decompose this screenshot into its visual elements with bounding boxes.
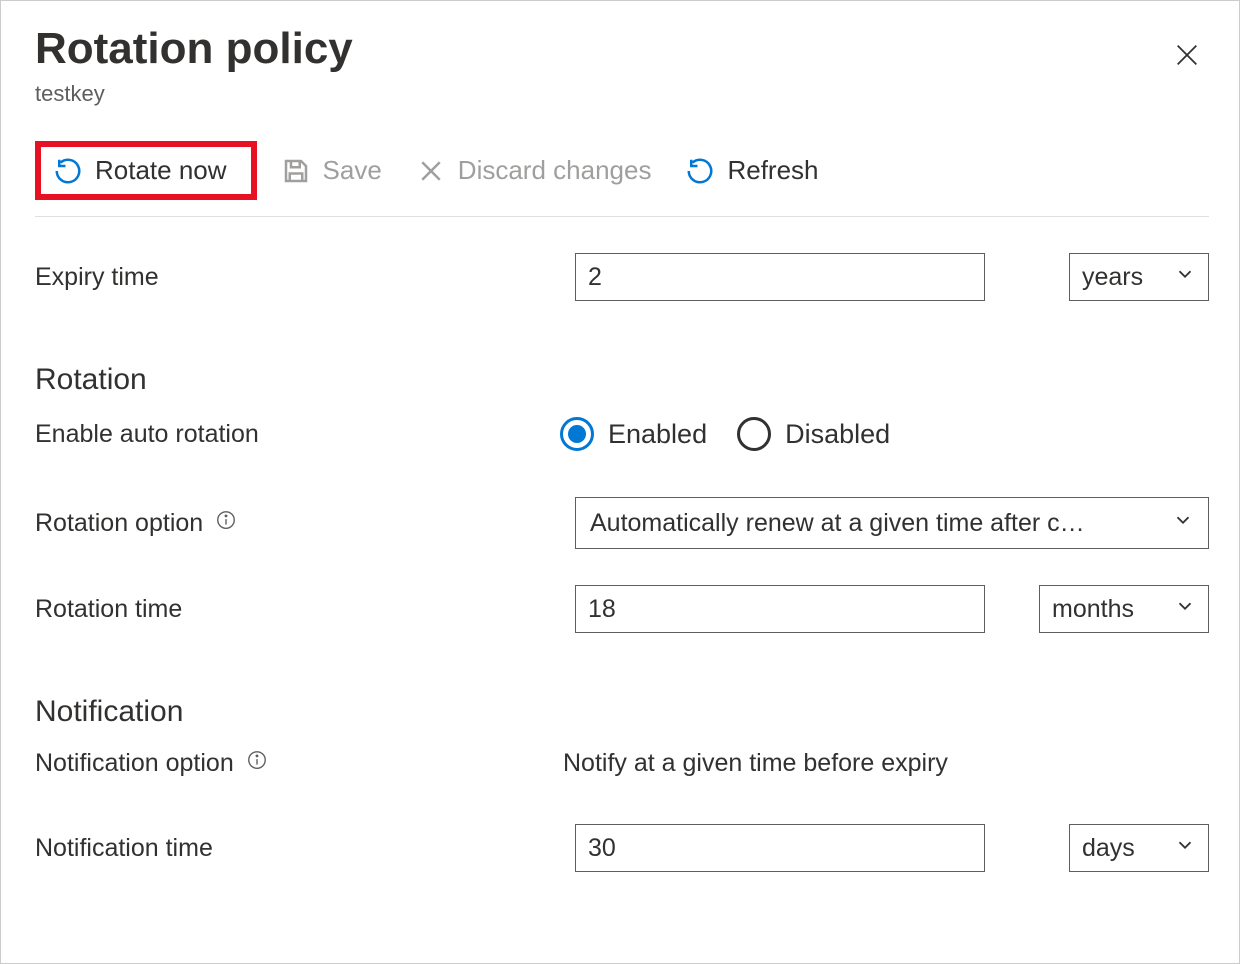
- auto-rotation-disabled-radio[interactable]: Disabled: [737, 417, 890, 451]
- rotation-option-value: Automatically renew at a given time afte…: [590, 509, 1085, 538]
- toolbar: Rotate now Save Discard changes Refresh: [35, 141, 1209, 217]
- discard-button: Discard changes: [406, 149, 662, 192]
- auto-rotation-radio-group: Enabled Disabled: [560, 417, 890, 451]
- discard-icon: [416, 156, 446, 186]
- expiry-time-label: Expiry time: [35, 263, 575, 292]
- rotate-now-label: Rotate now: [95, 155, 227, 186]
- rotation-option-select[interactable]: Automatically renew at a given time afte…: [575, 497, 1209, 549]
- page-title: Rotation policy: [35, 25, 1209, 73]
- save-label: Save: [323, 155, 382, 186]
- notification-time-label: Notification time: [35, 834, 575, 863]
- chevron-down-icon: [1172, 509, 1194, 538]
- rotation-policy-panel: Rotation policy testkey Rotate now Save …: [0, 0, 1240, 964]
- page-subtitle: testkey: [35, 81, 1209, 107]
- enabled-label: Enabled: [608, 419, 707, 450]
- rotation-time-input[interactable]: [575, 585, 985, 633]
- refresh-button[interactable]: Refresh: [675, 149, 828, 192]
- chevron-down-icon: [1174, 595, 1196, 624]
- expiry-time-unit-value: years: [1082, 263, 1143, 292]
- notification-option-value: Notify at a given time before expiry: [563, 749, 948, 778]
- notification-time-input[interactable]: [575, 824, 985, 872]
- auto-rotation-enabled-radio[interactable]: Enabled: [560, 417, 707, 451]
- refresh-label: Refresh: [727, 155, 818, 186]
- save-button: Save: [271, 149, 392, 192]
- notification-time-unit-value: days: [1082, 834, 1135, 863]
- rotate-now-button[interactable]: Rotate now: [43, 149, 237, 192]
- info-icon[interactable]: [215, 509, 237, 538]
- chevron-down-icon: [1174, 263, 1196, 292]
- disabled-label: Disabled: [785, 419, 890, 450]
- chevron-down-icon: [1174, 834, 1196, 863]
- discard-label: Discard changes: [458, 155, 652, 186]
- close-button[interactable]: [1165, 33, 1209, 77]
- rotate-icon: [53, 156, 83, 186]
- save-icon: [281, 156, 311, 186]
- rotation-option-label: Rotation option: [35, 509, 203, 538]
- rotation-time-unit-value: months: [1052, 595, 1134, 624]
- rotation-time-unit-select[interactable]: months: [1039, 585, 1209, 633]
- close-icon: [1173, 41, 1201, 69]
- notification-heading: Notification: [35, 695, 1209, 729]
- radio-circle-icon: [737, 417, 771, 451]
- enable-auto-rotation-label: Enable auto rotation: [35, 420, 560, 449]
- info-icon[interactable]: [246, 749, 268, 778]
- notification-option-label: Notification option: [35, 749, 234, 778]
- expiry-time-input[interactable]: [575, 253, 985, 301]
- rotation-heading: Rotation: [35, 363, 1209, 397]
- refresh-icon: [685, 156, 715, 186]
- expiry-time-unit-select[interactable]: years: [1069, 253, 1209, 301]
- rotation-time-label: Rotation time: [35, 595, 575, 624]
- rotate-now-highlight: Rotate now: [35, 141, 257, 200]
- radio-circle-icon: [560, 417, 594, 451]
- notification-time-unit-select[interactable]: days: [1069, 824, 1209, 872]
